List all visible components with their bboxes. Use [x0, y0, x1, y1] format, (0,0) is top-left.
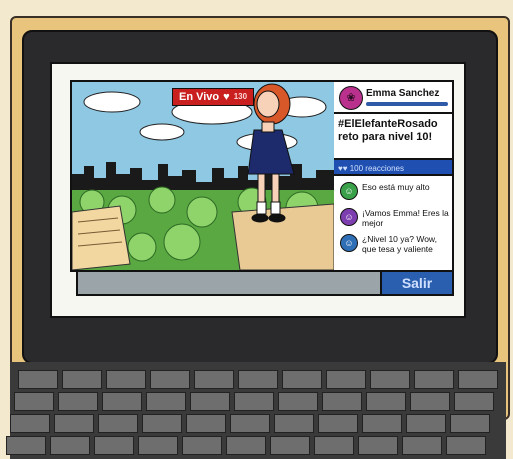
keyboard-key — [238, 370, 278, 389]
keyboard-key — [18, 370, 58, 389]
keyboard-key — [274, 414, 314, 433]
keyboard-key — [98, 414, 138, 433]
comment-item: ☺ Eso está muy alto — [340, 182, 450, 200]
reactions-bar[interactable]: ♥♥ 100 reacciones — [334, 158, 452, 176]
comment-text: ¡Vamos Emma! Eres la mejor — [362, 208, 449, 228]
avatar[interactable]: ❀ — [339, 86, 363, 110]
keyboard-key — [230, 414, 270, 433]
reactions-label: 100 reacciones — [349, 164, 404, 173]
exit-button[interactable]: Salir — [380, 270, 454, 296]
bow-icon: ❀ — [346, 91, 356, 104]
keyboard-key — [318, 414, 358, 433]
comment-item: ☺ ¿Nivel 10 ya? Wow, que tesa y valiente — [340, 234, 450, 254]
keyboard-key — [402, 436, 442, 455]
profile-subtitle-bar — [366, 102, 448, 106]
keyboard-key — [150, 370, 190, 389]
keyboard-key — [410, 392, 450, 411]
keyboard-key — [326, 370, 366, 389]
keyboard-key — [450, 414, 490, 433]
keyboard-key — [138, 436, 178, 455]
keyboard-key — [50, 436, 90, 455]
keyboard-key — [282, 370, 322, 389]
keyboard-key — [322, 392, 362, 411]
keyboard-key — [194, 370, 234, 389]
keyboard-key — [458, 370, 498, 389]
keyboard-key — [146, 392, 186, 411]
profile-header[interactable]: ❀ Emma Sanchez — [334, 82, 452, 114]
keyboard-key — [366, 392, 406, 411]
viewer-icon: ♥ — [223, 91, 230, 103]
viewer-count: 130 — [233, 92, 248, 101]
comment-text: Eso está muy alto — [362, 182, 430, 192]
comment-item: ☺ ¡Vamos Emma! Eres la mejor — [340, 208, 450, 228]
user-icon: ☺ — [340, 208, 358, 226]
keyboard-key — [142, 414, 182, 433]
user-icon: ☺ — [340, 182, 358, 200]
keyboard-key — [14, 392, 54, 411]
keyboard-key — [10, 414, 50, 433]
live-label: En Vivo — [179, 91, 220, 103]
keyboard-key — [406, 414, 446, 433]
keyboard-key — [94, 436, 134, 455]
keyboard-key — [62, 370, 102, 389]
keyboard-key — [58, 392, 98, 411]
keyboard-key — [362, 414, 402, 433]
keyboard-key — [314, 436, 354, 455]
keyboard-key — [54, 414, 94, 433]
live-badge: En Vivo ♥ 130 — [172, 88, 255, 106]
heart-icon: ♥♥ — [338, 164, 348, 173]
keyboard-key — [270, 436, 310, 455]
user-icon: ☺ — [340, 234, 358, 252]
stream-scene — [72, 83, 334, 270]
keyboard-key — [106, 370, 146, 389]
keyboard-key — [454, 392, 494, 411]
keyboard-key — [102, 392, 142, 411]
live-stream-video[interactable]: En Vivo ♥ 130 — [70, 80, 336, 272]
keyboard — [6, 362, 506, 459]
post-text: #ElElefanteRosado reto para nivel 10! — [338, 118, 438, 143]
keyboard-key — [278, 392, 318, 411]
keyboard-key — [358, 436, 398, 455]
keyboard-key — [446, 436, 486, 455]
keyboard-key — [414, 370, 454, 389]
profile-name[interactable]: Emma Sanchez — [366, 88, 439, 99]
keyboard-key — [186, 414, 226, 433]
keyboard-key — [6, 436, 46, 455]
keyboard-key — [226, 436, 266, 455]
social-sidebar: ❀ Emma Sanchez #ElElefanteRosado reto pa… — [334, 80, 454, 272]
chat-input-bar[interactable] — [76, 270, 384, 296]
keyboard-key — [234, 392, 274, 411]
keyboard-key — [190, 392, 230, 411]
keyboard-key — [370, 370, 410, 389]
comment-text: ¿Nivel 10 ya? Wow, que tesa y valiente — [362, 234, 437, 254]
keyboard-key — [182, 436, 222, 455]
